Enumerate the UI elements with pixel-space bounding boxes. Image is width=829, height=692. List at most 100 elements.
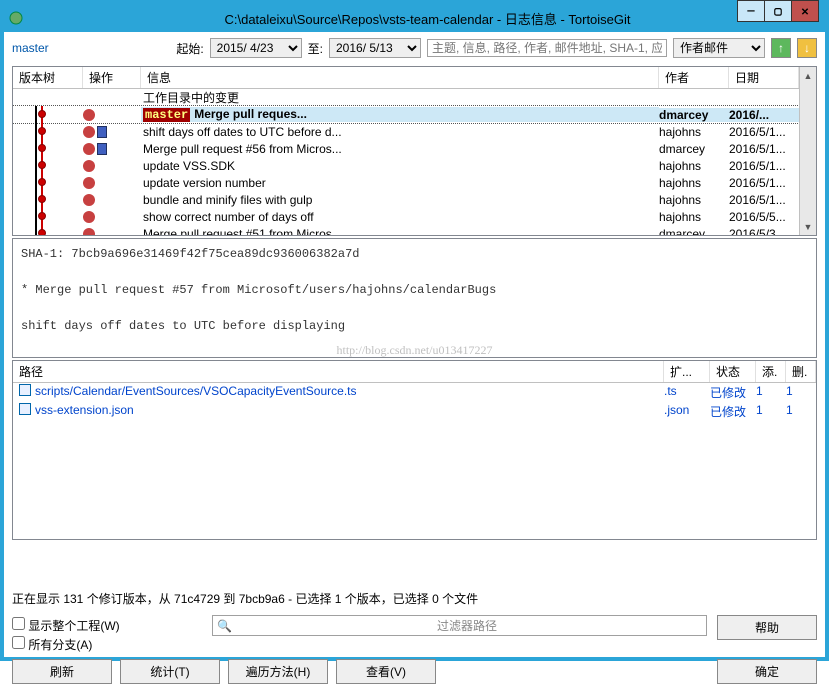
commit-message: Merge pull request #56 from Micros... — [141, 142, 659, 156]
sha-label: SHA-1: — [21, 247, 64, 261]
show-whole-checkbox[interactable]: 显示整个工程(W) — [12, 617, 192, 634]
file-row[interactable]: vss-extension.json.json已修改11 — [13, 402, 816, 421]
commit-date: 2016/... — [729, 108, 799, 122]
modified-icon — [83, 177, 95, 189]
sha-value: 7bcb9a696e31469f42f75cea89dc936006382a7d — [71, 247, 359, 261]
nav-down-button[interactable]: ↓ — [797, 38, 817, 58]
file-row[interactable]: scripts/Calendar/EventSources/VSOCapacit… — [13, 383, 816, 402]
modified-icon — [83, 211, 95, 223]
commit-author: dmarcey — [659, 227, 729, 236]
commit-date: 2016/5/5... — [729, 210, 799, 224]
commit-author: hajohns — [659, 193, 729, 207]
commit-date: 2016/5/1... — [729, 159, 799, 173]
header-status[interactable]: 状态 — [710, 361, 756, 382]
files-headers: 路径 扩... 状态 添. 删. — [13, 361, 816, 383]
maximize-button[interactable]: ▢ — [764, 0, 792, 22]
file-icon — [19, 384, 31, 396]
header-tree[interactable]: 版本树 — [13, 67, 83, 88]
header-date[interactable]: 日期 — [729, 67, 799, 88]
commit-body: shift days off dates to UTC before displ… — [21, 317, 808, 335]
status-line: 正在显示 131 个修订版本，从 71c4729 到 7bcb9a6 - 已选择… — [4, 584, 825, 613]
working-dir-row[interactable]: 工作目录中的变更 — [13, 89, 799, 106]
header-author[interactable]: 作者 — [659, 67, 729, 88]
branch-label[interactable]: master — [12, 41, 49, 55]
commit-message: update VSS.SDK — [141, 159, 659, 173]
sort-dropdown[interactable]: 作者邮件 — [673, 38, 765, 58]
file-status: 已修改 — [710, 384, 756, 401]
header-del[interactable]: 删. — [786, 361, 816, 382]
commit-subject: * Merge pull request #57 from Microsoft/… — [21, 281, 808, 299]
commit-date: 2016/5/3... — [729, 227, 799, 236]
commit-row[interactable]: Merge pull request #51 from Micros...dma… — [13, 225, 799, 235]
commit-author: dmarcey — [659, 142, 729, 156]
commit-author: hajohns — [659, 210, 729, 224]
modified-icon — [83, 126, 95, 138]
commit-date: 2016/5/1... — [729, 176, 799, 190]
file-path: vss-extension.json — [35, 403, 134, 420]
file-add: 1 — [756, 403, 786, 420]
app-icon — [8, 10, 24, 26]
file-add: 1 — [756, 384, 786, 401]
modified-icon — [83, 228, 95, 236]
modified-icon — [83, 143, 95, 155]
window-title: C:\dataleixu\Source\Repos\vsts-team-cale… — [30, 9, 825, 28]
commit-row[interactable]: Merge pull request #56 from Micros...dma… — [13, 140, 799, 157]
end-date-input[interactable]: 2016/ 5/13 — [329, 38, 421, 58]
start-date-input[interactable]: 2015/ 4/23 — [210, 38, 302, 58]
commit-message: Merge pull request #51 from Micros... — [141, 227, 659, 236]
commit-message: masterMerge pull reques... — [141, 107, 659, 122]
filter-input[interactable] — [427, 39, 667, 57]
modified-icon — [83, 109, 95, 121]
scroll-up-icon[interactable]: ▲ — [800, 67, 816, 84]
header-op[interactable]: 操作 — [83, 67, 141, 88]
file-status: 已修改 — [710, 403, 756, 420]
help-button[interactable]: 帮助 — [717, 615, 817, 640]
commit-message: bundle and minify files with gulp — [141, 193, 659, 207]
commit-details-panel: SHA-1: 7bcb9a696e31469f42f75cea89dc93600… — [12, 238, 817, 358]
log-panel: 版本树 操作 信息 作者 日期 工作目录中的变更 masterMerge pul… — [12, 66, 817, 236]
commit-row[interactable]: show correct number of days offhajohns20… — [13, 208, 799, 225]
commit-row[interactable]: update VSS.SDKhajohns2016/5/1... — [13, 157, 799, 174]
commit-row[interactable]: update version numberhajohns2016/5/1... — [13, 174, 799, 191]
commit-message: shift days off dates to UTC before d... — [141, 125, 659, 139]
walk-button[interactable]: 遍历方法(H) — [228, 659, 328, 684]
close-button[interactable]: ✕ — [791, 0, 819, 22]
commit-author: hajohns — [659, 125, 729, 139]
refresh-button[interactable]: 刷新 — [12, 659, 112, 684]
commit-message: update version number — [141, 176, 659, 190]
file-ext: .json — [664, 403, 710, 420]
start-date-label: 起始: — [176, 40, 203, 57]
commit-author: hajohns — [659, 176, 729, 190]
commit-row[interactable]: shift days off dates to UTC before d...h… — [13, 123, 799, 140]
bottom-bar: 显示整个工程(W) 所有分支(A) 🔍 过滤器路径 帮助 刷新 统计(T) 遍历… — [4, 613, 825, 692]
watermark: http://blog.csdn.net/u013417227 — [21, 341, 808, 358]
file-del: 1 — [786, 403, 816, 420]
header-path[interactable]: 路径 — [13, 361, 664, 382]
branch-tag: master — [143, 108, 190, 122]
commit-row[interactable]: bundle and minify files with gulphajohns… — [13, 191, 799, 208]
path-filter-input[interactable]: 🔍 过滤器路径 — [212, 615, 707, 636]
header-ext[interactable]: 扩... — [664, 361, 710, 382]
compare-icon — [97, 143, 107, 155]
view-button[interactable]: 查看(V) — [336, 659, 436, 684]
header-msg[interactable]: 信息 — [141, 67, 659, 88]
ok-button[interactable]: 确定 — [717, 659, 817, 684]
log-scrollbar[interactable]: ▲ ▼ — [799, 67, 816, 235]
all-branches-checkbox[interactable]: 所有分支(A) — [12, 636, 192, 653]
stats-button[interactable]: 统计(T) — [120, 659, 220, 684]
header-add[interactable]: 添. — [756, 361, 786, 382]
nav-up-button[interactable]: ↑ — [771, 38, 791, 58]
log-headers: 版本树 操作 信息 作者 日期 — [13, 67, 799, 89]
files-panel: 路径 扩... 状态 添. 删. scripts/Calendar/EventS… — [12, 360, 817, 540]
commit-row[interactable]: masterMerge pull reques...dmarcey2016/..… — [13, 106, 799, 123]
commit-date: 2016/5/1... — [729, 193, 799, 207]
scroll-down-icon[interactable]: ▼ — [800, 218, 816, 235]
file-ext: .ts — [664, 384, 710, 401]
minimize-button[interactable]: — — [737, 0, 765, 22]
commit-author: hajohns — [659, 159, 729, 173]
search-icon: 🔍 — [217, 619, 232, 633]
working-dir-label: 工作目录中的变更 — [141, 89, 659, 106]
file-del: 1 — [786, 384, 816, 401]
commit-message: show correct number of days off — [141, 210, 659, 224]
modified-icon — [83, 160, 95, 172]
